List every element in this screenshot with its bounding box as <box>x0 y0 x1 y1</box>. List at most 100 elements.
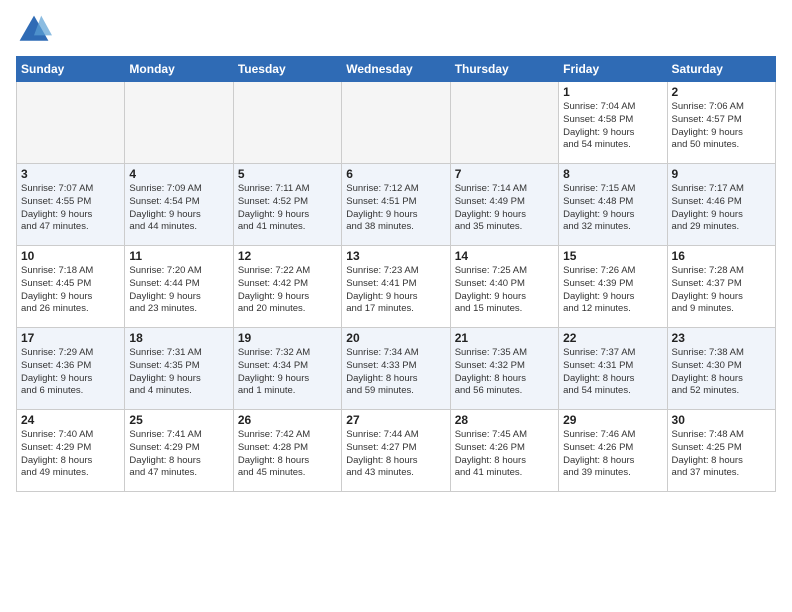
calendar-week-2: 3 Sunrise: 7:07 AMSunset: 4:55 PMDaylight… <box>17 164 776 246</box>
day-number: 11 <box>129 249 228 263</box>
table-cell <box>342 82 450 164</box>
calendar-week-5: 24Sunrise: 7:40 AMSunset: 4:29 PMDayligh… <box>17 410 776 492</box>
page: Sunday Monday Tuesday Wednesday Thursday… <box>0 0 792 612</box>
day-info: Sunrise: 7:35 AMSunset: 4:32 PMDaylight:… <box>455 347 554 398</box>
col-sunday: Sunday <box>17 57 125 82</box>
day-number: 18 <box>129 331 228 345</box>
day-info: Sunrise: 7:40 AMSunset: 4:29 PMDaylight:… <box>21 429 120 480</box>
day-number: 14 <box>455 249 554 263</box>
day-number: 28 <box>455 413 554 427</box>
day-number: 13 <box>346 249 445 263</box>
day-info: Sunrise: 7:15 AMSunset: 4:48 PMDaylight:… <box>563 183 662 234</box>
table-cell: 13Sunrise: 7:23 AMSunset: 4:41 PMDayligh… <box>342 246 450 328</box>
day-info: Sunrise: 7:07 AMSunset: 4:55 PMDaylight:… <box>21 183 120 234</box>
table-cell: 11 Sunrise: 7:20 AMSunset: 4:44 PMDayligh… <box>125 246 233 328</box>
day-number: 1 <box>563 85 662 99</box>
day-info: Sunrise: 7:12 AMSunset: 4:51 PMDaylight:… <box>346 183 445 234</box>
day-number: 2 <box>672 85 771 99</box>
day-number: 15 <box>563 249 662 263</box>
calendar-week-1: 1Sunrise: 7:04 AMSunset: 4:58 PMDaylight… <box>17 82 776 164</box>
col-saturday: Saturday <box>667 57 775 82</box>
day-number: 26 <box>238 413 337 427</box>
table-cell: 30 Sunrise: 7:48 AMSunset: 4:25 PMDayligh… <box>667 410 775 492</box>
day-number: 16 <box>672 249 771 263</box>
table-cell: 23 Sunrise: 7:38 AMSunset: 4:30 PMDayligh… <box>667 328 775 410</box>
day-info: Sunrise: 7:18 AMSunset: 4:45 PMDaylight:… <box>21 265 120 316</box>
table-cell <box>450 82 558 164</box>
day-info: Sunrise: 7:17 AMSunset: 4:46 PMDaylight:… <box>672 183 771 234</box>
day-info: Sunrise: 7:38 AMSunset: 4:30 PMDaylight:… <box>672 347 771 398</box>
table-cell: 21 Sunrise: 7:35 AMSunset: 4:32 PMDayligh… <box>450 328 558 410</box>
table-cell: 9 Sunrise: 7:17 AMSunset: 4:46 PMDaylight… <box>667 164 775 246</box>
day-info: Sunrise: 7:22 AMSunset: 4:42 PMDaylight:… <box>238 265 337 316</box>
day-info: Sunrise: 7:29 AMSunset: 4:36 PMDaylight:… <box>21 347 120 398</box>
calendar: Sunday Monday Tuesday Wednesday Thursday… <box>16 56 776 492</box>
day-info: Sunrise: 7:46 AMSunset: 4:26 PMDaylight:… <box>563 429 662 480</box>
calendar-week-3: 10Sunrise: 7:18 AMSunset: 4:45 PMDayligh… <box>17 246 776 328</box>
table-cell: 25 Sunrise: 7:41 AMSunset: 4:29 PMDayligh… <box>125 410 233 492</box>
calendar-week-4: 17 Sunrise: 7:29 AMSunset: 4:36 PMDayligh… <box>17 328 776 410</box>
day-info: Sunrise: 7:48 AMSunset: 4:25 PMDaylight:… <box>672 429 771 480</box>
day-number: 27 <box>346 413 445 427</box>
table-cell: 18 Sunrise: 7:31 AMSunset: 4:35 PMDayligh… <box>125 328 233 410</box>
table-cell: 6 Sunrise: 7:12 AMSunset: 4:51 PMDaylight… <box>342 164 450 246</box>
logo <box>16 12 54 48</box>
table-cell: 24Sunrise: 7:40 AMSunset: 4:29 PMDayligh… <box>17 410 125 492</box>
day-number: 12 <box>238 249 337 263</box>
day-info: Sunrise: 7:45 AMSunset: 4:26 PMDaylight:… <box>455 429 554 480</box>
day-info: Sunrise: 7:09 AMSunset: 4:54 PMDaylight:… <box>129 183 228 234</box>
table-cell <box>125 82 233 164</box>
table-cell: 19Sunrise: 7:32 AMSunset: 4:34 PMDayligh… <box>233 328 341 410</box>
day-info: Sunrise: 7:42 AMSunset: 4:28 PMDaylight:… <box>238 429 337 480</box>
day-info: Sunrise: 7:34 AMSunset: 4:33 PMDaylight:… <box>346 347 445 398</box>
col-tuesday: Tuesday <box>233 57 341 82</box>
header <box>16 12 776 48</box>
day-info: Sunrise: 7:31 AMSunset: 4:35 PMDaylight:… <box>129 347 228 398</box>
day-info: Sunrise: 7:28 AMSunset: 4:37 PMDaylight:… <box>672 265 771 316</box>
table-cell: 16 Sunrise: 7:28 AMSunset: 4:37 PMDayligh… <box>667 246 775 328</box>
day-number: 6 <box>346 167 445 181</box>
day-number: 23 <box>672 331 771 345</box>
day-number: 21 <box>455 331 554 345</box>
table-cell: 29 Sunrise: 7:46 AMSunset: 4:26 PMDayligh… <box>559 410 667 492</box>
table-cell <box>233 82 341 164</box>
day-info: Sunrise: 7:25 AMSunset: 4:40 PMDaylight:… <box>455 265 554 316</box>
table-cell: 14 Sunrise: 7:25 AMSunset: 4:40 PMDayligh… <box>450 246 558 328</box>
table-cell: 4 Sunrise: 7:09 AMSunset: 4:54 PMDaylight… <box>125 164 233 246</box>
day-number: 20 <box>346 331 445 345</box>
col-monday: Monday <box>125 57 233 82</box>
day-info: Sunrise: 7:44 AMSunset: 4:27 PMDaylight:… <box>346 429 445 480</box>
table-cell: 28 Sunrise: 7:45 AMSunset: 4:26 PMDayligh… <box>450 410 558 492</box>
day-number: 8 <box>563 167 662 181</box>
day-number: 7 <box>455 167 554 181</box>
table-cell: 2 Sunrise: 7:06 AMSunset: 4:57 PMDaylight… <box>667 82 775 164</box>
table-cell: 12 Sunrise: 7:22 AMSunset: 4:42 PMDayligh… <box>233 246 341 328</box>
day-info: Sunrise: 7:26 AMSunset: 4:39 PMDaylight:… <box>563 265 662 316</box>
day-info: Sunrise: 7:37 AMSunset: 4:31 PMDaylight:… <box>563 347 662 398</box>
table-cell: 20 Sunrise: 7:34 AMSunset: 4:33 PMDayligh… <box>342 328 450 410</box>
calendar-header-row: Sunday Monday Tuesday Wednesday Thursday… <box>17 57 776 82</box>
table-cell: 7 Sunrise: 7:14 AMSunset: 4:49 PMDaylight… <box>450 164 558 246</box>
day-number: 3 <box>21 167 120 181</box>
day-info: Sunrise: 7:06 AMSunset: 4:57 PMDaylight:… <box>672 101 771 152</box>
day-number: 22 <box>563 331 662 345</box>
day-info: Sunrise: 7:11 AMSunset: 4:52 PMDaylight:… <box>238 183 337 234</box>
day-info: Sunrise: 7:32 AMSunset: 4:34 PMDaylight:… <box>238 347 337 398</box>
day-number: 30 <box>672 413 771 427</box>
day-number: 29 <box>563 413 662 427</box>
day-info: Sunrise: 7:41 AMSunset: 4:29 PMDaylight:… <box>129 429 228 480</box>
table-cell: 5 Sunrise: 7:11 AMSunset: 4:52 PMDaylight… <box>233 164 341 246</box>
table-cell: 27 Sunrise: 7:44 AMSunset: 4:27 PMDayligh… <box>342 410 450 492</box>
day-number: 17 <box>21 331 120 345</box>
table-cell: 17 Sunrise: 7:29 AMSunset: 4:36 PMDayligh… <box>17 328 125 410</box>
day-number: 5 <box>238 167 337 181</box>
day-number: 9 <box>672 167 771 181</box>
day-info: Sunrise: 7:20 AMSunset: 4:44 PMDaylight:… <box>129 265 228 316</box>
day-info: Sunrise: 7:14 AMSunset: 4:49 PMDaylight:… <box>455 183 554 234</box>
day-number: 25 <box>129 413 228 427</box>
table-cell: 1Sunrise: 7:04 AMSunset: 4:58 PMDaylight… <box>559 82 667 164</box>
table-cell: 10Sunrise: 7:18 AMSunset: 4:45 PMDayligh… <box>17 246 125 328</box>
table-cell: 15 Sunrise: 7:26 AMSunset: 4:39 PMDayligh… <box>559 246 667 328</box>
logo-icon <box>16 12 52 48</box>
day-number: 4 <box>129 167 228 181</box>
